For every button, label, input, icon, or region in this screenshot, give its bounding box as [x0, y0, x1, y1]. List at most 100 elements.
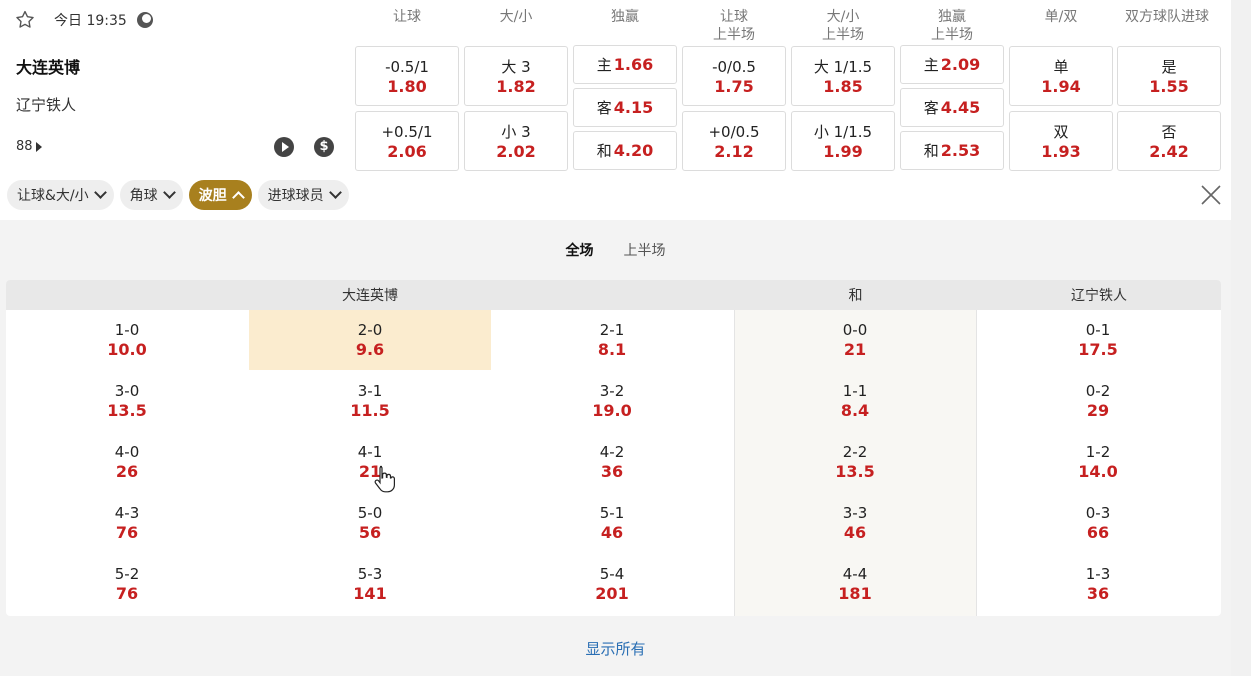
score-cell[interactable]: 0-0 21: [734, 310, 976, 370]
more-markets-link[interactable]: 88: [16, 139, 42, 154]
filter-pill-1[interactable]: 角球: [119, 180, 183, 210]
score-cell[interactable]: 5-3 141: [249, 554, 491, 614]
odds-value: 1.85: [823, 77, 863, 96]
score-cell[interactable]: 0-3 66: [977, 493, 1219, 553]
score-cell[interactable]: 4-2 36: [491, 432, 733, 492]
filter-pill-3[interactable]: 进球球员: [257, 180, 349, 210]
period-tabs: 全场 上半场: [0, 240, 1231, 260]
score-odds: 76: [115, 523, 139, 542]
score-cell[interactable]: 4-3 76: [6, 493, 248, 553]
score-odds: 56: [358, 523, 382, 542]
odds-label: 大 1/1.5: [813, 58, 873, 76]
odds-cell-moneyline-1h-1[interactable]: 客 4.45: [900, 88, 1004, 127]
filter-label: 进球球员: [267, 188, 324, 204]
close-icon[interactable]: [1200, 184, 1222, 206]
odds-cell-handicap-0[interactable]: -0.5/1 1.80: [355, 46, 459, 106]
score-odds: 21: [358, 462, 382, 481]
score-label: 5-3: [357, 565, 383, 583]
score-cell[interactable]: 2-2 13.5: [734, 432, 976, 492]
score-cell[interactable]: 5-1 46: [491, 493, 733, 553]
odds-value: 4.45: [940, 98, 981, 117]
odds-value: 1.99: [823, 142, 863, 161]
score-odds: 8.1: [597, 340, 627, 359]
favorite-star-icon[interactable]: [14, 9, 36, 31]
score-label: 3-2: [599, 382, 625, 400]
header-over-under-1h: 大/小 上半场: [822, 9, 864, 43]
score-cell[interactable]: 5-0 56: [249, 493, 491, 553]
odds-cell-odd-even-1[interactable]: 双 1.93: [1009, 111, 1113, 171]
correct-score-header: 大连英博 和 辽宁铁人: [6, 280, 1221, 310]
score-cell[interactable]: 0-2 29: [977, 371, 1219, 431]
odds-label: 小 1/1.5: [813, 123, 873, 141]
header-home-team: 大连英博: [342, 288, 398, 304]
odds-value: 2.09: [940, 55, 981, 74]
odds-label: 主: [596, 56, 612, 74]
odds-label: 主: [923, 56, 939, 74]
odds-value: 4.20: [613, 141, 654, 160]
score-odds: 9.6: [355, 340, 385, 359]
odds-cell-handicap-1h-0[interactable]: -0/0.5 1.75: [682, 46, 786, 106]
score-odds: 13.5: [835, 462, 875, 481]
odds-cell-moneyline-0[interactable]: 主 1.66: [573, 45, 677, 84]
score-odds: 17.5: [1078, 340, 1118, 359]
score-cell[interactable]: 3-0 13.5: [6, 371, 248, 431]
score-odds: 76: [115, 584, 139, 603]
score-cell[interactable]: 2-1 8.1: [491, 310, 733, 370]
show-all-link[interactable]: 显示所有: [0, 638, 1231, 659]
score-cell[interactable]: 5-2 76: [6, 554, 248, 614]
tab-period-1[interactable]: 上半场: [624, 240, 666, 260]
score-cell[interactable]: 0-1 17.5: [977, 310, 1219, 370]
play-icon[interactable]: [274, 137, 294, 157]
odds-cell-moneyline-1h-0[interactable]: 主 2.09: [900, 45, 1004, 84]
odds-cell-handicap-1h-1[interactable]: +0/0.5 2.12: [682, 111, 786, 171]
score-label: 4-4: [842, 565, 868, 583]
odds-label: 和: [596, 142, 612, 160]
odds-cell-btts-1[interactable]: 否 2.42: [1117, 111, 1221, 171]
score-cell[interactable]: 4-4 181: [734, 554, 976, 614]
odds-cell-btts-0[interactable]: 是 1.55: [1117, 46, 1221, 106]
score-cell[interactable]: 4-1 21: [249, 432, 491, 492]
header-handicap-1h: 让球 上半场: [713, 9, 755, 43]
score-cell[interactable]: 2-0 9.6: [249, 310, 491, 370]
odds-cell-over-under-1[interactable]: 小 3 2.02: [464, 111, 568, 171]
score-cell[interactable]: 1-0 10.0: [6, 310, 248, 370]
odds-cell-handicap-1[interactable]: +0.5/1 2.06: [355, 111, 459, 171]
odds-cell-over-under-0[interactable]: 大 3 1.82: [464, 46, 568, 106]
dollar-icon[interactable]: $: [314, 137, 334, 157]
filter-label: 让球&大/小: [17, 188, 89, 204]
odds-cell-odd-even-0[interactable]: 单 1.94: [1009, 46, 1113, 106]
score-label: 1-1: [842, 382, 868, 400]
score-label: 4-2: [599, 443, 625, 461]
odds-value: 2.02: [496, 142, 536, 161]
odds-cell-over-under-1h-1[interactable]: 小 1/1.5 1.99: [791, 111, 895, 171]
score-cell[interactable]: 4-0 26: [6, 432, 248, 492]
odds-cell-over-under-1h-0[interactable]: 大 1/1.5 1.85: [791, 46, 895, 106]
score-cell[interactable]: 5-4 201: [491, 554, 733, 614]
filter-label: 波胆: [198, 188, 227, 204]
odds-label: 否: [1161, 123, 1177, 141]
score-cell[interactable]: 3-2 19.0: [491, 371, 733, 431]
odds-label: 客: [923, 99, 939, 117]
score-odds: 36: [600, 462, 624, 481]
score-label: 0-0: [842, 321, 868, 339]
tab-period-0[interactable]: 全场: [566, 240, 594, 260]
scrollbar[interactable]: [1231, 0, 1251, 676]
score-cell[interactable]: 3-1 11.5: [249, 371, 491, 431]
score-cell[interactable]: 1-1 8.4: [734, 371, 976, 431]
odds-cell-moneyline-2[interactable]: 和 4.20: [573, 131, 677, 170]
score-cell[interactable]: 3-3 46: [734, 493, 976, 553]
score-cell[interactable]: 1-3 36: [977, 554, 1219, 614]
score-cell[interactable]: 1-2 14.0: [977, 432, 1219, 492]
score-odds: 201: [595, 584, 629, 603]
odds-label: 和: [923, 142, 939, 160]
score-label: 0-3: [1085, 504, 1111, 522]
score-label: 1-0: [114, 321, 140, 339]
odds-label: -0.5/1: [385, 58, 429, 76]
header-moneyline-1h: 独赢 上半场: [931, 9, 973, 43]
score-odds: 19.0: [592, 401, 632, 420]
filter-pill-2[interactable]: 波胆: [188, 180, 252, 210]
filter-pill-0[interactable]: 让球&大/小: [7, 180, 114, 210]
score-odds: 36: [1086, 584, 1110, 603]
odds-cell-moneyline-1h-2[interactable]: 和 2.53: [900, 131, 1004, 170]
odds-cell-moneyline-1[interactable]: 客 4.15: [573, 88, 677, 127]
